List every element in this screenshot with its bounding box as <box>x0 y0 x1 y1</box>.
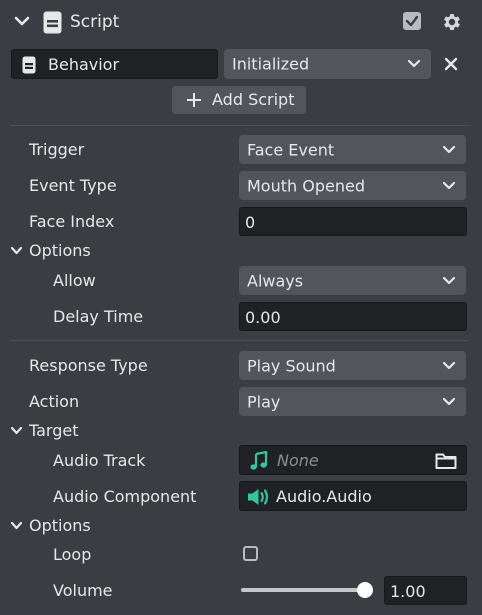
behavior-event-dropdown[interactable]: Initialized <box>224 49 431 79</box>
divider <box>10 340 468 341</box>
event-type-value: Mouth Opened <box>247 176 365 195</box>
options-header[interactable]: Options <box>29 243 91 259</box>
face-index-label: Face Index <box>29 212 115 231</box>
chevron-down-icon <box>442 181 456 189</box>
action-value: Play <box>247 392 281 411</box>
remove-behavior-icon[interactable] <box>444 57 458 71</box>
allow-dropdown[interactable]: Always <box>239 266 466 295</box>
script-icon <box>22 56 36 74</box>
chevron-down-icon <box>407 59 421 68</box>
check-icon <box>405 15 419 27</box>
volume-slider[interactable] <box>241 582 375 598</box>
volume-slider-thumb[interactable] <box>357 582 373 598</box>
trigger-value: Face Event <box>247 140 335 159</box>
allow-label: Allow <box>53 271 96 290</box>
music-note-icon <box>250 451 268 470</box>
behavior-event-value: Initialized <box>232 54 310 74</box>
trigger-label: Trigger <box>29 140 85 159</box>
chevron-down-icon <box>442 397 456 405</box>
behavior-name-field[interactable]: Behavior <box>11 49 218 79</box>
loop-label: Loop <box>53 545 92 564</box>
target-header[interactable]: Target <box>29 423 79 439</box>
component-title: Script <box>70 12 120 32</box>
trigger-dropdown[interactable]: Face Event <box>239 135 466 164</box>
add-script-label: Add Script <box>212 90 295 109</box>
audio-track-label: Audio Track <box>53 451 146 470</box>
action-dropdown[interactable]: Play <box>239 387 466 416</box>
loop-checkbox[interactable] <box>243 546 258 561</box>
expand-chevron-icon[interactable] <box>10 521 23 531</box>
enable-checkbox[interactable] <box>403 12 421 30</box>
expand-chevron-icon[interactable] <box>10 246 23 256</box>
divider <box>10 125 468 126</box>
audio-component-value: Audio.Audio <box>276 487 372 506</box>
add-script-button[interactable]: Add Script <box>172 86 306 114</box>
audio-track-value: None <box>277 451 319 470</box>
script-icon <box>43 11 62 34</box>
event-type-dropdown[interactable]: Mouth Opened <box>239 171 466 200</box>
gear-icon[interactable] <box>441 11 463 33</box>
volume-input[interactable]: 1.00 <box>384 576 467 605</box>
audio-component-label: Audio Component <box>53 487 197 506</box>
delay-time-value: 0.00 <box>245 308 281 327</box>
chevron-down-icon <box>442 145 456 153</box>
folder-icon[interactable] <box>435 452 457 470</box>
options-header[interactable]: Options <box>29 518 91 534</box>
face-index-input[interactable]: 0 <box>239 207 467 236</box>
collapse-chevron-icon[interactable] <box>14 15 30 27</box>
event-type-label: Event Type <box>29 176 117 195</box>
delay-time-label: Delay Time <box>53 307 144 326</box>
behavior-name: Behavior <box>48 55 120 74</box>
plus-icon <box>187 93 201 107</box>
audio-track-field[interactable]: None <box>239 445 467 475</box>
face-index-value: 0 <box>245 213 256 232</box>
audio-component-field[interactable]: Audio.Audio <box>239 481 467 511</box>
expand-chevron-icon[interactable] <box>10 426 23 436</box>
response-type-dropdown[interactable]: Play Sound <box>239 351 466 380</box>
response-type-value: Play Sound <box>247 356 336 375</box>
volume-value: 1.00 <box>390 582 426 601</box>
action-label: Action <box>29 392 80 411</box>
delay-time-input[interactable]: 0.00 <box>239 302 467 331</box>
speaker-icon <box>248 489 269 505</box>
chevron-down-icon <box>442 276 456 284</box>
volume-label: Volume <box>53 581 113 600</box>
volume-slider-fill <box>241 588 365 592</box>
chevron-down-icon <box>442 361 456 369</box>
allow-value: Always <box>247 271 304 290</box>
response-type-label: Response Type <box>29 356 148 375</box>
